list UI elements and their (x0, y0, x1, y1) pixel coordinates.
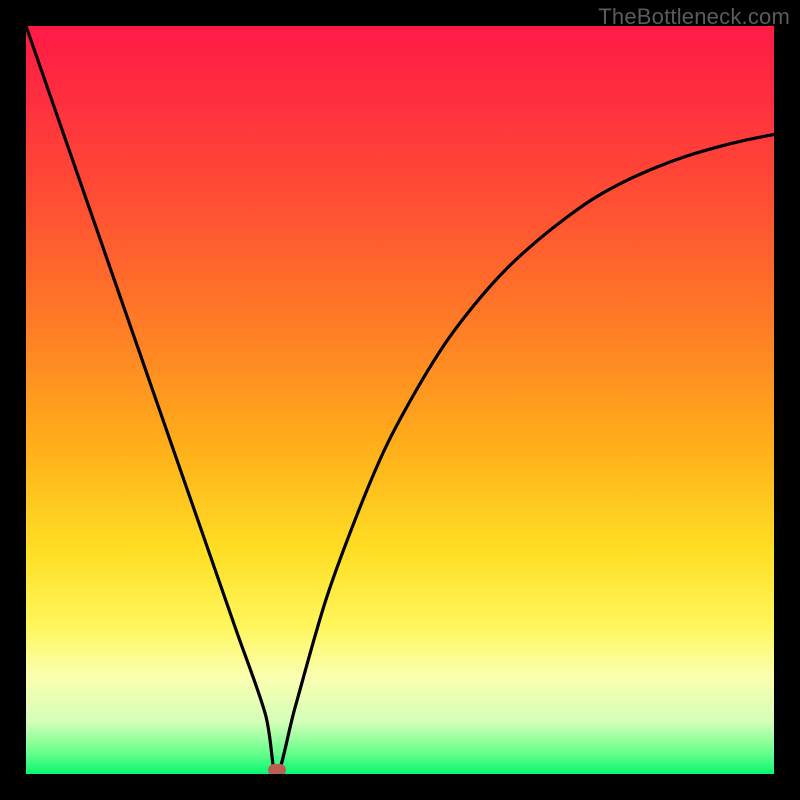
bottleneck-curve (26, 26, 774, 774)
curve-svg (26, 26, 774, 774)
chart-frame: TheBottleneck.com (0, 0, 800, 800)
optimal-point-marker (268, 764, 286, 774)
watermark-text: TheBottleneck.com (598, 4, 790, 30)
plot-area (26, 26, 774, 774)
